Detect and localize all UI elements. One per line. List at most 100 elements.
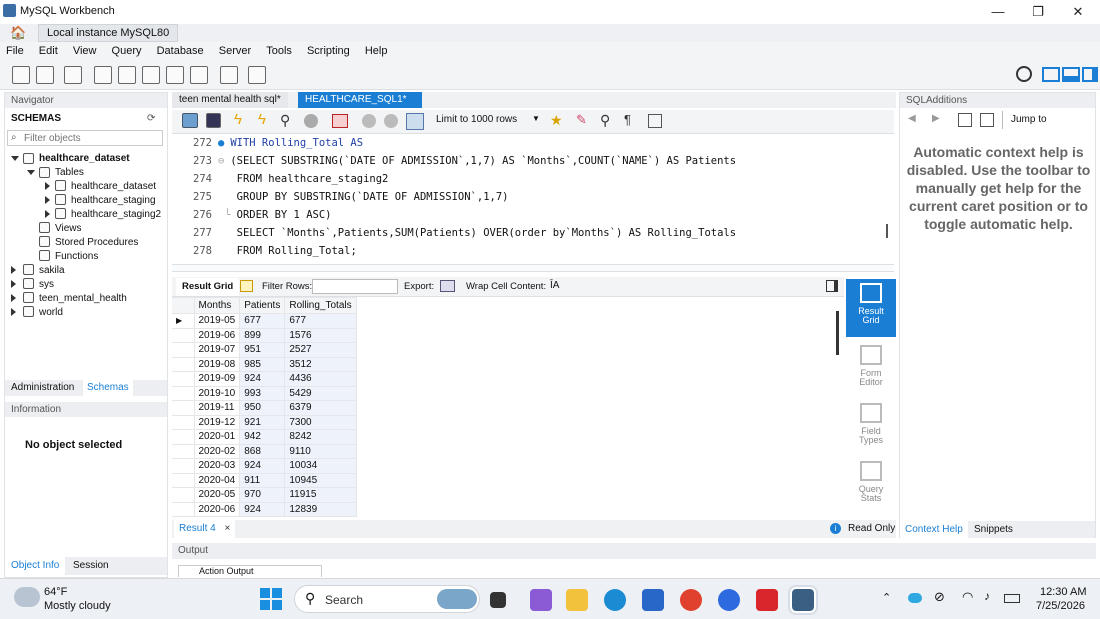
table-cell[interactable]: 868	[239, 443, 286, 459]
home-icon[interactable]: 🏠	[10, 25, 26, 41]
copilot-app-icon[interactable]	[530, 589, 552, 611]
autocommit-toggle-icon[interactable]	[406, 113, 424, 130]
open-file-icon[interactable]	[182, 113, 198, 128]
schema-item[interactable]: sakila	[39, 265, 65, 276]
menu-edit[interactable]: Edit	[33, 42, 64, 60]
filter-rows-input[interactable]	[312, 279, 398, 294]
find-icon[interactable]: ⚲	[600, 112, 610, 129]
table-cell[interactable]: 6379	[284, 400, 357, 416]
table-cell[interactable]: 677	[284, 313, 357, 329]
tab-healthcare-sql1[interactable]: HEALTHCARE_SQL1* ×	[298, 92, 422, 121]
table-cell[interactable]: 2019-08	[193, 356, 241, 372]
table-cell[interactable]: 2019-06	[193, 327, 241, 343]
expand-arrow-icon[interactable]	[11, 266, 16, 274]
row-selector[interactable]	[172, 385, 195, 401]
toggle-sidebar-icon[interactable]	[1042, 67, 1060, 82]
menu-database[interactable]: Database	[151, 42, 210, 60]
editor-splitter[interactable]	[172, 264, 894, 272]
grid-scrollbar-thumb[interactable]	[836, 311, 839, 355]
onedrive-cloud-icon[interactable]	[908, 593, 922, 603]
save-icon[interactable]	[206, 113, 221, 128]
create-table-icon[interactable]	[118, 66, 136, 84]
chrome-browser-icon[interactable]	[680, 589, 702, 611]
table-cell[interactable]: 2019-07	[193, 342, 241, 358]
table-cell[interactable]: 11915	[284, 487, 357, 503]
table-row[interactable]: 2019-06 899 1576	[172, 327, 357, 343]
table-cell[interactable]: 924	[239, 371, 286, 387]
export-icon[interactable]	[440, 280, 455, 292]
table-cell[interactable]: 970	[239, 487, 286, 503]
table-cell[interactable]: 10945	[284, 472, 357, 488]
close-window-button[interactable]: ✕	[1058, 2, 1098, 22]
filter-objects-input[interactable]	[24, 132, 160, 144]
tables-node[interactable]: Tables	[55, 167, 84, 178]
inspector-icon[interactable]	[64, 66, 82, 84]
toggle-secondary-sidebar-icon[interactable]	[1082, 67, 1098, 82]
expand-arrow-icon[interactable]	[11, 308, 16, 316]
table-cell[interactable]: 899	[239, 327, 286, 343]
speaker-icon[interactable]: ♪	[984, 589, 990, 603]
rollback-icon[interactable]	[384, 114, 398, 128]
table-cell[interactable]: 2019-12	[193, 414, 241, 430]
row-selector[interactable]	[172, 342, 195, 358]
jump-to-label[interactable]: Jump to	[1002, 111, 1055, 129]
table-cell[interactable]: 942	[239, 429, 286, 445]
table-cell[interactable]: 2019-11	[193, 400, 241, 416]
table-cell[interactable]: 677	[239, 313, 286, 329]
table-row[interactable]: 2020-06 924 12839	[172, 501, 357, 517]
start-windows-icon[interactable]	[260, 588, 282, 610]
weather-cloud-icon[interactable]	[14, 587, 40, 607]
tab-object-info[interactable]: Object Info	[5, 557, 66, 575]
execute-lightning-icon[interactable]: ϟ	[234, 111, 242, 128]
task-view-icon[interactable]	[490, 592, 506, 608]
wrap-cell-icon[interactable]: Ī‍A	[550, 280, 559, 291]
table-cell[interactable]: 1576	[284, 327, 357, 343]
manual-help-icon[interactable]	[958, 113, 972, 127]
menu-server[interactable]: Server	[213, 42, 257, 60]
create-function-icon[interactable]	[190, 66, 208, 84]
forward-arrow-icon[interactable]: ▶	[932, 113, 940, 124]
table-cell[interactable]: 4436	[284, 371, 357, 387]
table-cell[interactable]: 8242	[284, 429, 357, 445]
table-cell[interactable]: 993	[239, 385, 286, 401]
edge-browser-icon[interactable]	[604, 589, 626, 611]
network-off-icon[interactable]: ⊘	[934, 589, 945, 605]
expand-arrow-icon[interactable]	[45, 196, 50, 204]
expand-arrow-icon[interactable]	[11, 156, 19, 161]
table-cell[interactable]: 924	[239, 501, 286, 517]
form-editor-view-button[interactable]: Form Editor	[846, 341, 896, 399]
table-cell[interactable]: 12839	[284, 501, 357, 517]
row-selector[interactable]	[172, 501, 195, 517]
sql-code-editor[interactable]: 272 ● WITH Rolling_Total AS 273 ⊖ (SELECT SU…	[172, 134, 894, 262]
result-grid-view-button[interactable]: Result Grid	[846, 279, 896, 337]
schema-healthcare-dataset[interactable]: healthcare_dataset	[39, 153, 130, 164]
row-selector[interactable]	[172, 443, 195, 459]
maximize-button[interactable]: ❐	[1018, 2, 1058, 22]
table-row[interactable]: 2020-04 911 10945	[172, 472, 357, 488]
column-header-months[interactable]: Months	[193, 297, 241, 314]
clock-date[interactable]: 7/25/2026	[1036, 600, 1085, 612]
minimize-button[interactable]: —	[978, 2, 1018, 22]
table-cell[interactable]: 2019-05	[193, 313, 241, 329]
query-stats-view-button[interactable]: Query Stats	[846, 457, 896, 515]
table-row[interactable]: 2019-12 921 7300	[172, 414, 357, 430]
result-grid[interactable]: Months Patients Rolling_Totals ▶ 2019-05 6…	[172, 297, 844, 519]
mysql-workbench-taskbar-icon[interactable]	[790, 587, 816, 613]
weather-desc[interactable]: Mostly cloudy	[44, 600, 111, 612]
table-cell[interactable]: 921	[239, 414, 286, 430]
table-cell[interactable]: 951	[239, 342, 286, 358]
invisible-chars-icon[interactable]: ¶	[624, 112, 631, 127]
row-pointer-icon[interactable]: ▶	[172, 313, 195, 329]
tab-result-4[interactable]: Result 4 ×	[174, 520, 236, 538]
stop-on-error-icon[interactable]	[332, 114, 348, 128]
row-selector[interactable]	[172, 472, 195, 488]
tab-schemas[interactable]: Schemas	[83, 380, 133, 396]
connection-tab[interactable]: Local instance MySQL80 ×	[38, 24, 178, 55]
schema-item[interactable]: world	[39, 307, 63, 318]
expand-arrow-icon[interactable]	[45, 182, 50, 190]
open-sql-script-icon[interactable]	[36, 66, 54, 84]
search-table-data-icon[interactable]	[220, 66, 238, 84]
close-tab-icon[interactable]: ×	[224, 523, 230, 534]
table-row[interactable]: 2019-11 950 6379	[172, 400, 357, 416]
table-cell[interactable]: 7300	[284, 414, 357, 430]
